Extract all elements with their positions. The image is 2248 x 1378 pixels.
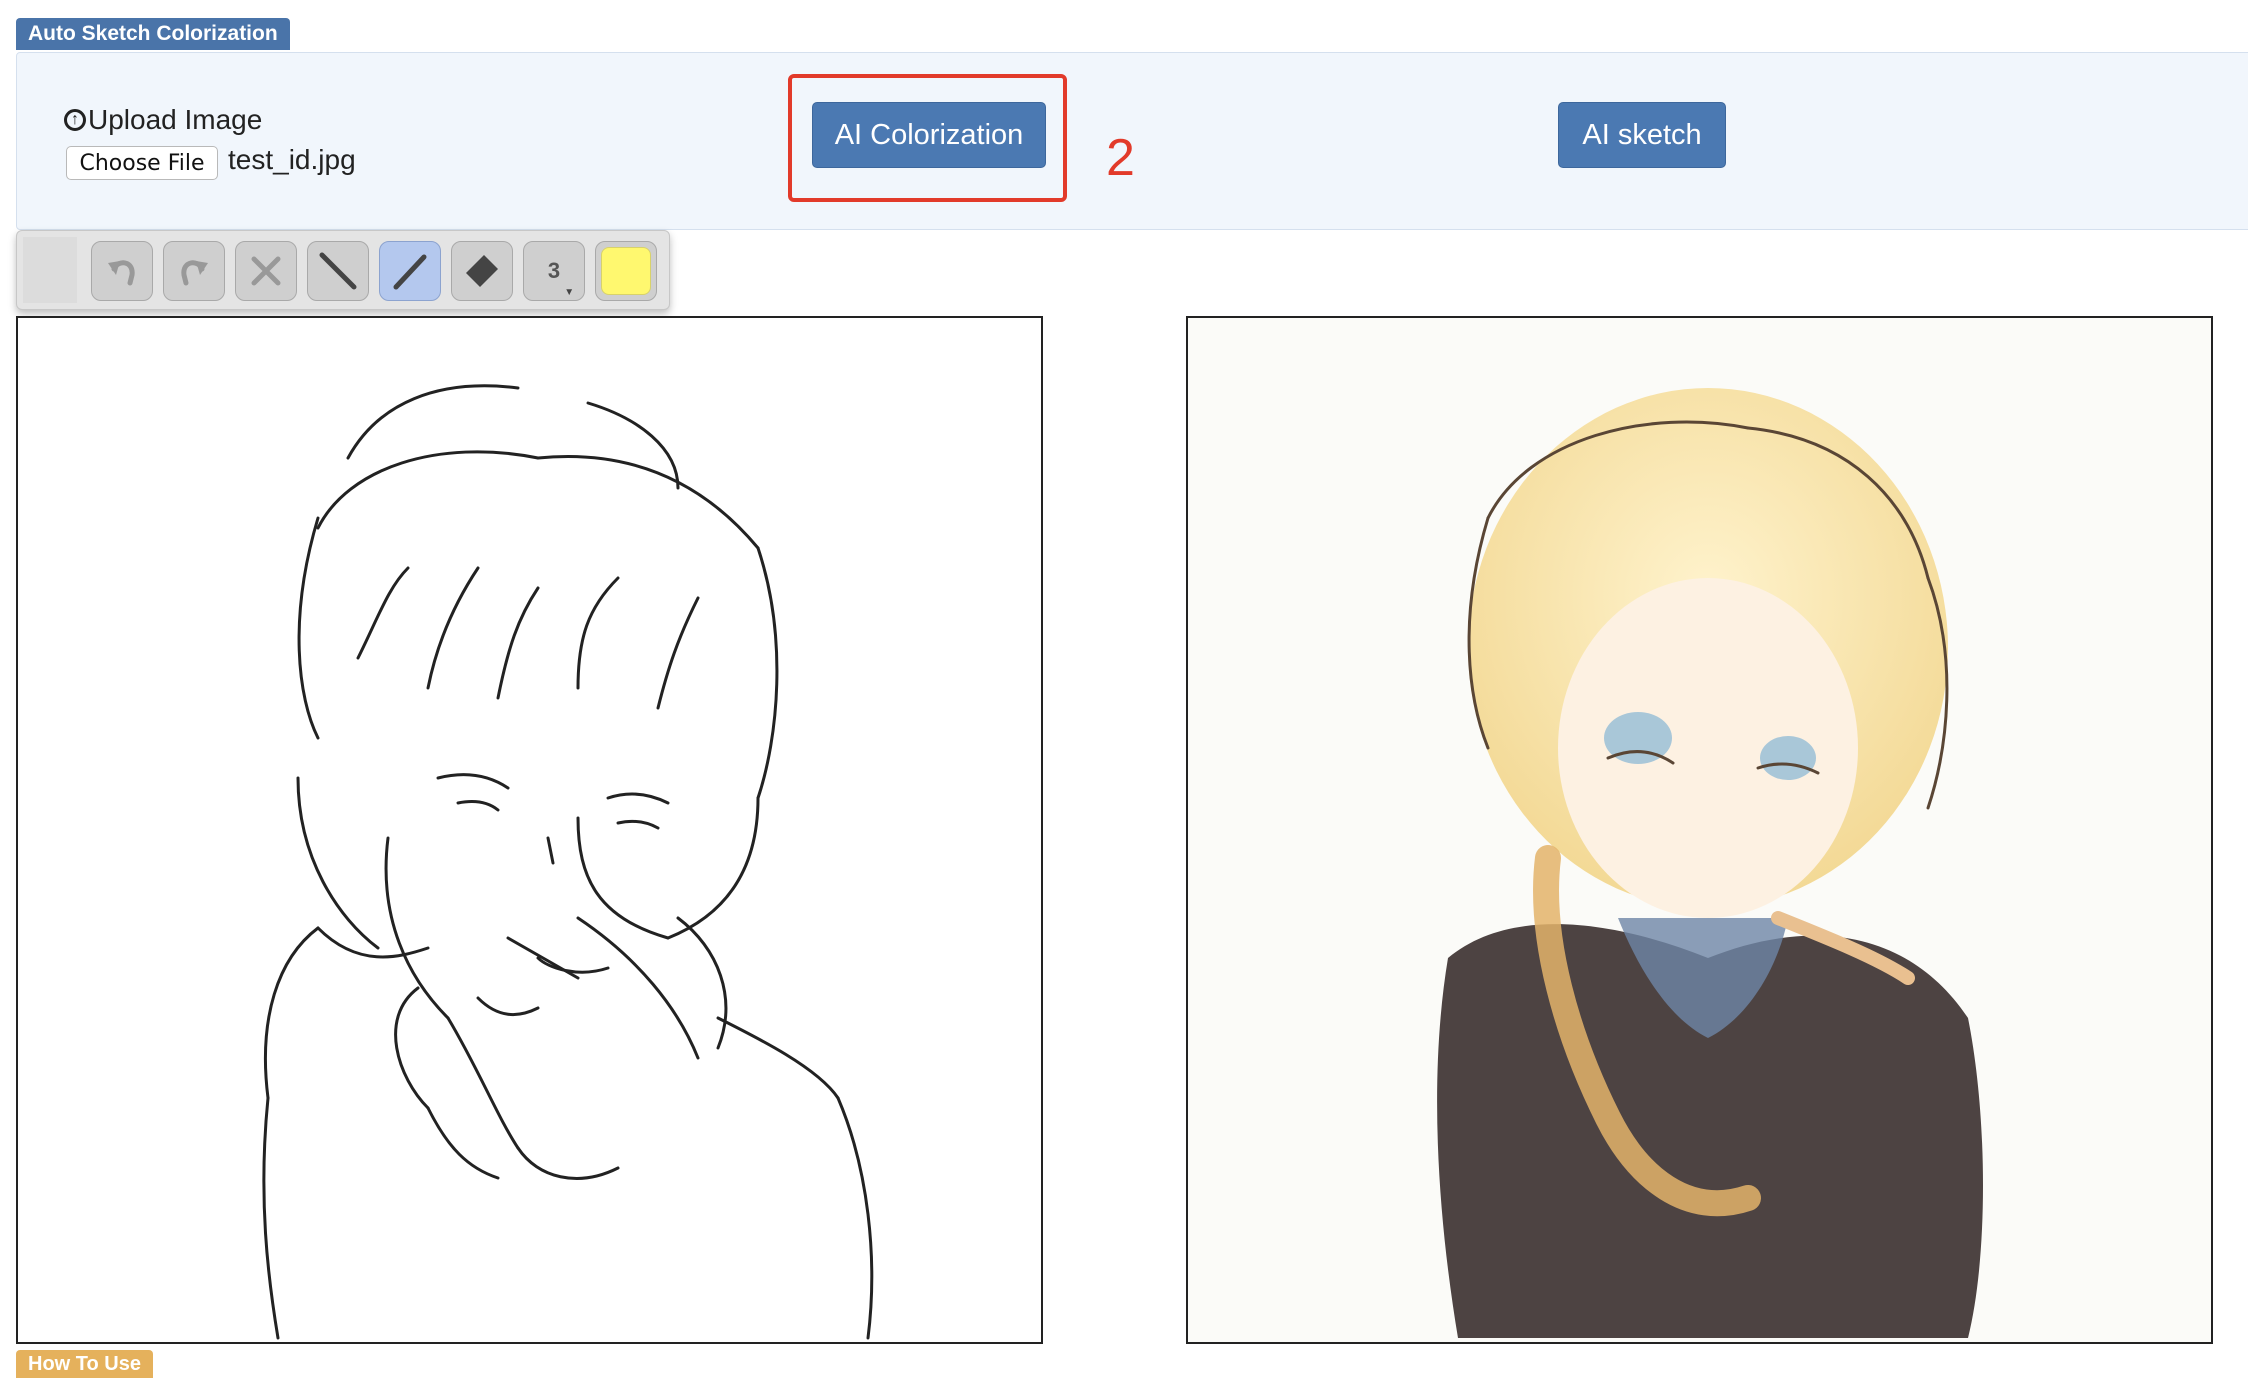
eraser-icon (466, 255, 498, 287)
colorized-drawing (1437, 388, 1983, 1338)
redo-button[interactable] (163, 241, 225, 301)
drawing-toolbar: 3 ▼ (16, 230, 670, 310)
upload-image-label: ↑ Upload Image (64, 104, 262, 136)
current-color-swatch (601, 247, 651, 295)
clear-button[interactable] (235, 241, 297, 301)
colorized-output-canvas (1186, 316, 2213, 1344)
app-title-tab: Auto Sketch Colorization (16, 18, 290, 50)
line-tool-button[interactable] (307, 241, 369, 301)
brush-size-button[interactable]: 3 ▼ (523, 241, 585, 301)
upload-icon: ↑ (64, 109, 86, 131)
how-to-use-tab[interactable]: How To Use (16, 1350, 153, 1378)
choose-file-button[interactable]: Choose File (66, 146, 218, 180)
redo-icon (181, 260, 208, 286)
eraser-tool-button[interactable] (451, 241, 513, 301)
line-icon (319, 252, 357, 290)
sketch-canvas[interactable] (16, 316, 1043, 1344)
color-picker-button[interactable] (595, 241, 657, 301)
annotation-highlight-box (788, 74, 1067, 202)
annotation-step-number: 2 (1106, 129, 1135, 187)
clear-icon (251, 256, 281, 286)
upload-title-text: Upload Image (88, 104, 263, 135)
toolbar-drag-handle[interactable] (23, 237, 77, 303)
pen-tool-button[interactable] (379, 241, 441, 301)
pen-icon (393, 254, 427, 290)
undo-button[interactable] (91, 241, 153, 301)
ai-sketch-button[interactable]: AI sketch (1558, 102, 1726, 168)
selected-file-name: test_id.jpg (228, 144, 356, 175)
sketch-drawing (262, 384, 874, 1340)
brush-size-value: 3 ▼ (547, 258, 575, 298)
undo-icon (108, 260, 135, 286)
